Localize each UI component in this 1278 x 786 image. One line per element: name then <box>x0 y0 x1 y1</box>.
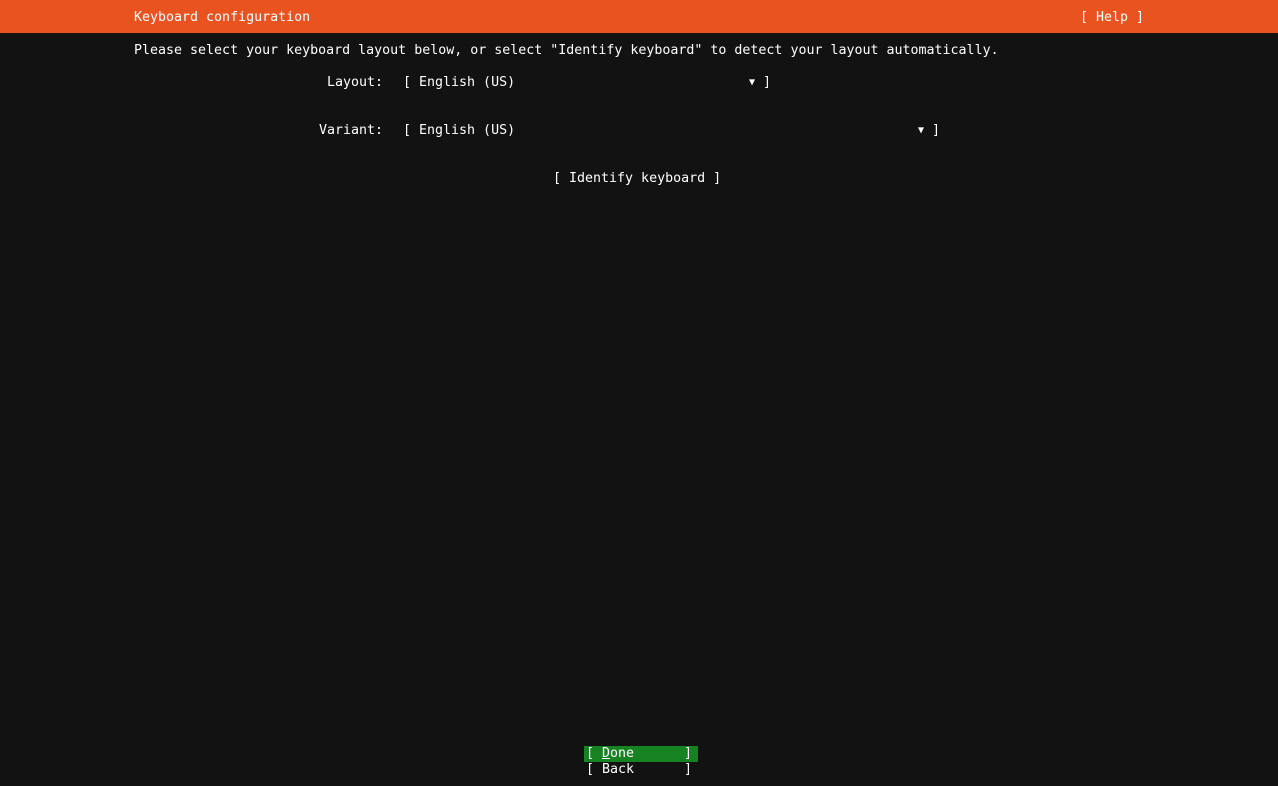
title-bar: Keyboard configuration [ Help ] <box>0 0 1278 33</box>
layout-selected-value: English (US) <box>419 75 516 90</box>
variant-open-bracket: [ <box>403 123 412 138</box>
layout-label: Layout: <box>326 75 383 90</box>
done-button[interactable]: [ Done ] <box>584 746 698 762</box>
layout-close-bracket: ] <box>762 75 771 90</box>
instruction-text: Please select your keyboard layout below… <box>134 43 999 58</box>
back-close-bracket: ] <box>683 762 692 777</box>
back-button-label: Back <box>602 762 635 777</box>
chevron-down-icon: ▼ <box>748 77 755 88</box>
chevron-down-icon: ▼ <box>917 125 924 136</box>
variant-label: Variant: <box>318 123 383 138</box>
layout-open-bracket: [ <box>403 75 412 90</box>
back-button[interactable]: [ Back ] <box>584 762 698 778</box>
layout-dropdown[interactable]: [ English (US) ▼ ] <box>403 75 771 91</box>
variant-close-bracket: ] <box>931 123 940 138</box>
identify-keyboard-button[interactable]: [ Identify keyboard ] <box>553 171 721 187</box>
done-close-bracket: ] <box>683 746 692 761</box>
back-open-bracket: [ <box>586 762 595 777</box>
page-title: Keyboard configuration <box>134 10 311 25</box>
done-open-bracket: [ <box>586 746 595 761</box>
done-button-label: Done <box>602 746 635 761</box>
variant-selected-value: English (US) <box>419 123 516 138</box>
help-button[interactable]: [ Help ] <box>1080 10 1144 26</box>
variant-dropdown[interactable]: [ English (US) ▼ ] <box>403 123 940 139</box>
